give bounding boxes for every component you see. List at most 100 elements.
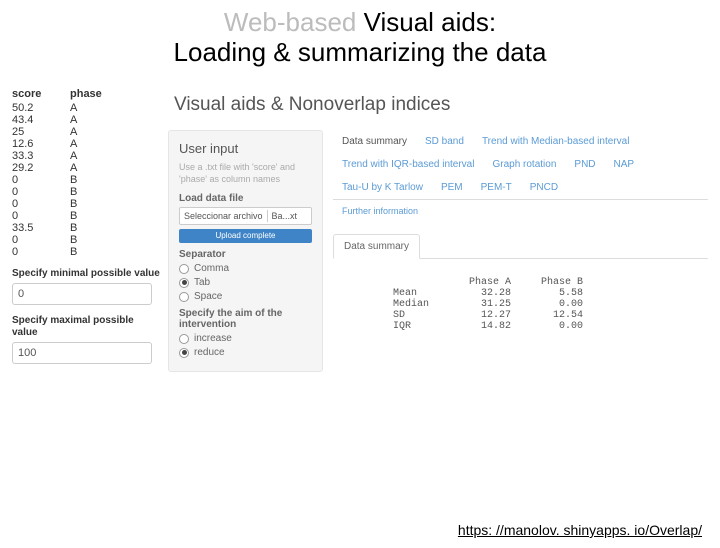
radio-icon xyxy=(179,292,189,302)
tab-pnd[interactable]: PND xyxy=(565,153,604,176)
radio-icon xyxy=(179,334,189,344)
cell-phase: B xyxy=(70,198,140,210)
summary-label: IQR xyxy=(393,321,453,332)
separator-option[interactable]: Tab xyxy=(179,277,312,288)
cell-score: 0 xyxy=(12,186,70,198)
spec-min-label: Specify minimal possible value xyxy=(12,268,162,281)
radio-icon xyxy=(179,264,189,274)
summary-row: Median31.250.00 xyxy=(393,299,708,310)
table-row: 29.2A xyxy=(12,162,162,174)
aim-option[interactable]: reduce xyxy=(179,347,312,358)
cell-phase: B xyxy=(70,186,140,198)
cell-score: 0 xyxy=(12,246,70,258)
summary-label: Median xyxy=(393,299,453,310)
file-chooser[interactable]: Seleccionar archivo Ba...xt xyxy=(179,207,312,225)
cell-phase: B xyxy=(70,234,140,246)
cell-score: 29.2 xyxy=(12,162,70,174)
upload-progress: Upload complete xyxy=(179,229,312,243)
tab-graph-rotation[interactable]: Graph rotation xyxy=(483,153,565,176)
tab-pem[interactable]: PEM xyxy=(432,176,472,199)
cell-phase: B xyxy=(70,174,140,186)
upload-status: Upload complete xyxy=(179,229,312,243)
summary-phase-a: 14.82 xyxy=(453,321,523,332)
aim-option[interactable]: increase xyxy=(179,333,312,344)
table-row: 0B xyxy=(12,246,162,258)
table-row: 0B xyxy=(12,198,162,210)
tab-nap[interactable]: NAP xyxy=(605,153,644,176)
tab-trend-with-iqr-based-interval[interactable]: Trend with IQR-based interval xyxy=(333,153,483,176)
table-row: 0B xyxy=(12,210,162,222)
cell-phase: A xyxy=(70,114,140,126)
summary-phase-b: 12.54 xyxy=(523,310,583,321)
file-button[interactable]: Seleccionar archivo xyxy=(180,210,268,222)
table-row: 33.3A xyxy=(12,150,162,162)
sidebar-panel: User input Use a .txt file with 'score' … xyxy=(168,130,323,372)
main-panel: Data summarySD bandTrend with Median-bas… xyxy=(333,130,708,372)
cell-score: 50.2 xyxy=(12,102,70,114)
radio-label: Comma xyxy=(194,263,229,274)
tab-pncd[interactable]: PNCD xyxy=(521,176,567,199)
table-row: 50.2A xyxy=(12,102,162,114)
cell-phase: B xyxy=(70,246,140,258)
sidebar-heading: User input xyxy=(179,141,312,156)
cell-phase: A xyxy=(70,126,140,138)
tab-pem-t[interactable]: PEM-T xyxy=(472,176,521,199)
summary-phase-a: 32.28 xyxy=(453,288,523,299)
tab-sd-band[interactable]: SD band xyxy=(416,130,473,153)
separator-option[interactable]: Comma xyxy=(179,263,312,274)
spec-min-input[interactable] xyxy=(12,283,152,305)
summary-row: SD12.2712.54 xyxy=(393,310,708,321)
cell-phase: B xyxy=(70,222,140,234)
active-subtab[interactable]: Data summary xyxy=(333,234,420,259)
cell-score: 25 xyxy=(12,126,70,138)
col-header-phase: phase xyxy=(70,88,140,100)
summary-phase-a: 12.27 xyxy=(453,310,523,321)
table-row: 25A xyxy=(12,126,162,138)
cell-phase: A xyxy=(70,138,140,150)
cell-score: 0 xyxy=(12,174,70,186)
spec-max-label: Specify maximal possible value xyxy=(12,315,162,340)
title-rest: Visual aids: xyxy=(364,7,497,37)
cell-score: 0 xyxy=(12,198,70,210)
summary-phase-b: 0.00 xyxy=(523,321,583,332)
cell-phase: A xyxy=(70,102,140,114)
summary-phase-b: 5.58 xyxy=(523,288,583,299)
tab-tau-u-by-k-tarlow[interactable]: Tau-U by K Tarlow xyxy=(333,176,432,199)
table-row: 0B xyxy=(12,174,162,186)
summary-table: Phase A Phase B Mean32.285.58Median31.25… xyxy=(393,277,708,332)
title-line2: Loading & summarizing the data xyxy=(174,37,547,67)
cell-score: 43.4 xyxy=(12,114,70,126)
tab-data-summary[interactable]: Data summary xyxy=(333,130,416,153)
cell-score: 0 xyxy=(12,210,70,222)
raw-data-table: score phase 50.2A43.4A25A12.6A33.3A29.2A… xyxy=(12,88,162,364)
radio-label: increase xyxy=(194,333,232,344)
sidebar-hint: Use a .txt file with 'score' and 'phase'… xyxy=(179,162,312,185)
summary-col-b: Phase B xyxy=(523,277,583,288)
cell-phase: A xyxy=(70,150,140,162)
footer-url[interactable]: https: //manolov. shinyapps. io/Overlap/ xyxy=(458,522,702,538)
slide-title: Web-based Visual aids: Loading & summari… xyxy=(0,8,720,68)
file-name: Ba...xt xyxy=(268,210,311,222)
further-info-link[interactable]: Further information xyxy=(333,200,708,222)
title-faded: Web-based xyxy=(224,7,364,37)
shiny-app: Visual aids & Nonoverlap indices User in… xyxy=(168,88,708,372)
aim-label: Specify the aim of the intervention xyxy=(179,308,312,330)
table-row: 43.4A xyxy=(12,114,162,126)
cell-score: 33.5 xyxy=(12,222,70,234)
separator-option[interactable]: Space xyxy=(179,291,312,302)
cell-phase: B xyxy=(70,210,140,222)
radio-label: Tab xyxy=(194,277,210,288)
summary-row: IQR14.820.00 xyxy=(393,321,708,332)
col-header-score: score xyxy=(12,88,70,100)
table-row: 0B xyxy=(12,186,162,198)
tab-trend-with-median-based-interval[interactable]: Trend with Median-based interval xyxy=(473,130,638,153)
summary-label: SD xyxy=(393,310,453,321)
radio-icon xyxy=(179,348,189,358)
radio-icon xyxy=(179,278,189,288)
spec-max-input[interactable] xyxy=(12,342,152,364)
cell-score: 0 xyxy=(12,234,70,246)
separator-label: Separator xyxy=(179,249,312,260)
cell-phase: A xyxy=(70,162,140,174)
radio-label: reduce xyxy=(194,347,225,358)
cell-score: 12.6 xyxy=(12,138,70,150)
